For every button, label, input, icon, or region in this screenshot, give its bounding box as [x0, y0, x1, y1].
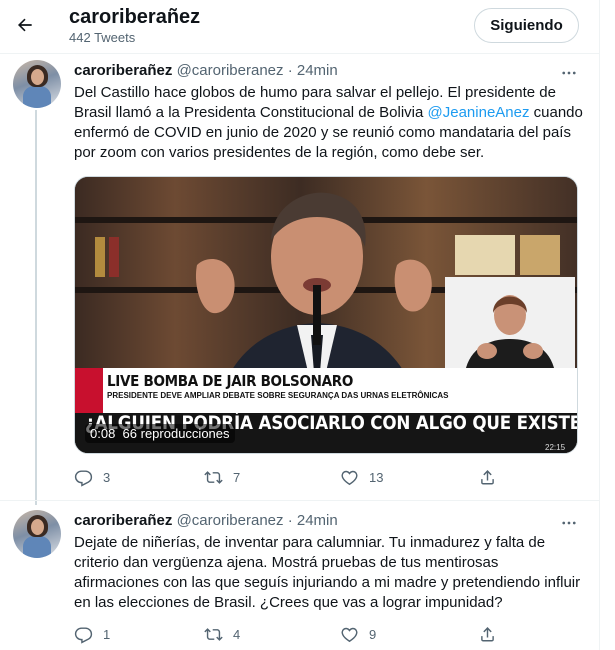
channel-logo [75, 368, 103, 413]
video-book [520, 235, 560, 275]
share-icon [481, 469, 494, 484]
divider [0, 500, 600, 501]
profile-header: caroriberañez 442 Tweets Siguiendo [0, 0, 600, 52]
like-button[interactable]: 13 [340, 467, 383, 487]
retweet-icon [204, 627, 223, 641]
video-duration: 0:08 [90, 426, 116, 441]
video-timestamp: 22:15 [545, 443, 566, 452]
retweet-button[interactable]: 4 [204, 624, 240, 644]
tweet-text-line: en las elecciones de Brasil. ¿Crees que … [74, 594, 503, 611]
avatar-face [31, 69, 44, 85]
like-count: 13 [369, 469, 384, 485]
video-book [455, 235, 515, 275]
tweet-text: Del Castillo hace globos de humo para sa… [74, 83, 584, 163]
tweet-text-line: enfermó de COVID en junio de 2020 y se r… [74, 124, 571, 141]
meta-separator: · [287, 62, 293, 79]
retweet-button[interactable]: 7 [204, 467, 240, 487]
video-book [109, 237, 119, 277]
tweet-text-line: por zoom con varios presidentes de la re… [74, 144, 485, 161]
tweet-text-line: afirmaciones con las que seguís injurian… [74, 574, 581, 591]
tweet-time[interactable]: 24min [297, 62, 338, 79]
tweet-text-line: criterio dan vergüenza ajena. Mostrá pru… [74, 554, 499, 571]
live-label: LIVE BOMBA DE JAIR BOLSONARO [107, 372, 354, 390]
like-button[interactable]: 9 [340, 624, 376, 644]
author-handle[interactable]: @caroriberanez [177, 512, 284, 529]
like-count: 9 [369, 626, 377, 642]
tweet-text-segment: Brasil llamó a la Presidenta Constitucio… [74, 104, 428, 121]
avatar[interactable] [13, 60, 61, 108]
thread-connector [35, 110, 37, 505]
video-player[interactable]: LIVE BOMBA DE JAIR BOLSONARO PRESIDENTE … [74, 176, 578, 454]
meta-separator: · [287, 512, 293, 529]
reply-count: 3 [103, 469, 111, 485]
tweet-text-line: Del Castillo hace globos de humo para sa… [74, 84, 556, 101]
tweet-count: 442 Tweets [69, 30, 136, 45]
more-icon [562, 71, 576, 75]
tweet-text-line: Dejate de niñerías, de inventar para cal… [74, 534, 546, 551]
tweet-meta: caroriberañez @caroriberanez · 24min [74, 62, 338, 79]
avatar-body [23, 536, 51, 558]
avatar[interactable] [13, 510, 61, 558]
more-button[interactable] [558, 513, 580, 533]
reply-button[interactable]: 3 [74, 467, 110, 487]
mention-link[interactable]: @JeanineAnez [428, 104, 530, 121]
sidebar-gap [600, 0, 615, 650]
more-icon [562, 521, 576, 525]
reply-icon [74, 626, 93, 644]
tweet-text-segment: cuando [529, 104, 583, 121]
following-button[interactable]: Siguiendo [474, 8, 579, 43]
video-book [95, 237, 105, 277]
tweet-text-line: Brasil llamó a la Presidenta Constitucio… [74, 103, 584, 123]
retweet-count: 4 [233, 626, 241, 642]
ticker-subtitle: PRESIDENTE DEVE AMPLIAR DEBATE SOBRE SEG… [107, 391, 449, 400]
tweet-actions: 3 7 13 [74, 467, 504, 487]
tweet-text: Dejate de niñerías, de inventar para cal… [74, 533, 584, 613]
profile-name: caroriberañez [69, 6, 201, 28]
reply-icon [74, 469, 93, 487]
tweet-actions: 1 4 9 [74, 624, 504, 644]
tweet-meta: caroriberañez @caroriberanez · 24min [74, 512, 338, 529]
share-icon [481, 626, 494, 641]
tweet-time[interactable]: 24min [297, 512, 338, 529]
retweet-count: 7 [233, 469, 241, 485]
back-button[interactable] [10, 10, 40, 40]
video-views: 66 reproducciones [122, 426, 230, 441]
divider [0, 53, 600, 54]
author-name[interactable]: caroriberañez [74, 62, 172, 79]
avatar-body [23, 86, 51, 108]
share-button[interactable] [478, 467, 497, 487]
like-icon [341, 627, 358, 642]
retweet-icon [204, 470, 223, 484]
interpreter-figure [465, 295, 555, 372]
back-arrow-icon [18, 18, 32, 32]
share-button[interactable] [478, 624, 497, 644]
like-icon [341, 470, 358, 485]
author-handle[interactable]: @caroriberanez [177, 62, 284, 79]
author-name[interactable]: caroriberañez [74, 512, 172, 529]
reply-count: 1 [103, 626, 111, 642]
sign-language-inset [445, 277, 575, 372]
avatar-face [31, 519, 44, 535]
more-button[interactable] [558, 63, 580, 83]
reply-button[interactable]: 1 [74, 624, 110, 644]
video-info: 0:08 66 reproducciones [85, 424, 235, 443]
